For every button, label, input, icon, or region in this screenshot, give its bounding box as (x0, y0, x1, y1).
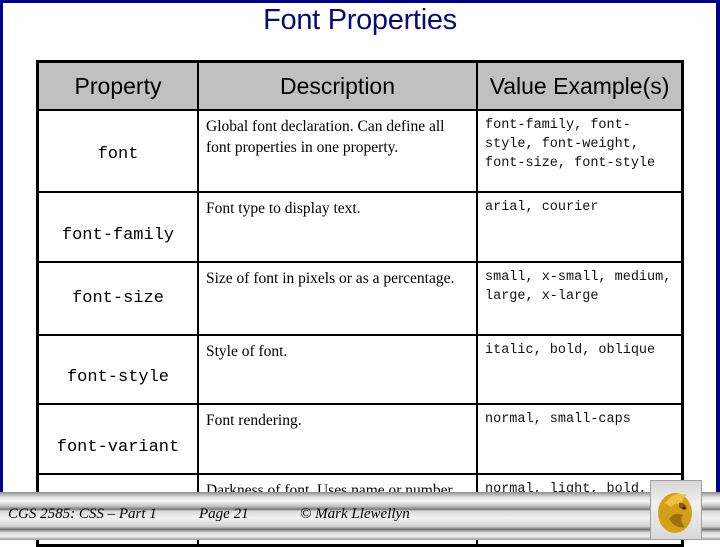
description-cell: Global font declaration. Can define all … (197, 109, 478, 193)
table-row: font-size Size of font in pixels or as a… (36, 261, 684, 336)
table-row: font-family Font type to display text. a… (36, 191, 684, 263)
description-cell: Font type to display text. (197, 191, 478, 263)
font-properties-table: Property Description Value Example(s) fo… (36, 60, 684, 547)
values-cell: arial, courier (476, 191, 684, 263)
header-property: Property (36, 60, 199, 111)
description-cell: Size of font in pixels or as a percentag… (197, 261, 478, 336)
description-cell: Style of font. (197, 334, 478, 405)
property-cell: font-style (36, 334, 199, 405)
slide-title: Font Properties (263, 4, 457, 36)
property-cell: font (36, 109, 199, 193)
pegasus-logo-icon (658, 493, 692, 533)
property-cell: font-variant (36, 403, 199, 475)
logo-box (650, 480, 702, 540)
header-description: Description (197, 60, 478, 111)
property-cell: font-family (36, 191, 199, 263)
property-cell: font-size (36, 261, 199, 336)
footer-page-number: Page 21 (199, 506, 249, 522)
table-header-row: Property Description Value Example(s) (36, 60, 684, 111)
footer-course: CGS 2585: CSS – Part 1 (8, 506, 157, 522)
table-row: font-style Style of font. italic, bold, … (36, 334, 684, 405)
description-cell: Font rendering. (197, 403, 478, 475)
values-cell: normal, small-caps (476, 403, 684, 475)
values-cell: small, x-small, medium, large, x-large (476, 261, 684, 336)
table-row: font Global font declaration. Can define… (36, 109, 684, 193)
footer-copyright: © Mark Llewellyn (300, 506, 410, 522)
values-cell: italic, bold, oblique (476, 334, 684, 405)
header-value-examples: Value Example(s) (476, 60, 684, 111)
table-row: font-variant Font rendering. normal, sma… (36, 403, 684, 475)
values-cell: font-family, font-style, font-weight, fo… (476, 109, 684, 193)
